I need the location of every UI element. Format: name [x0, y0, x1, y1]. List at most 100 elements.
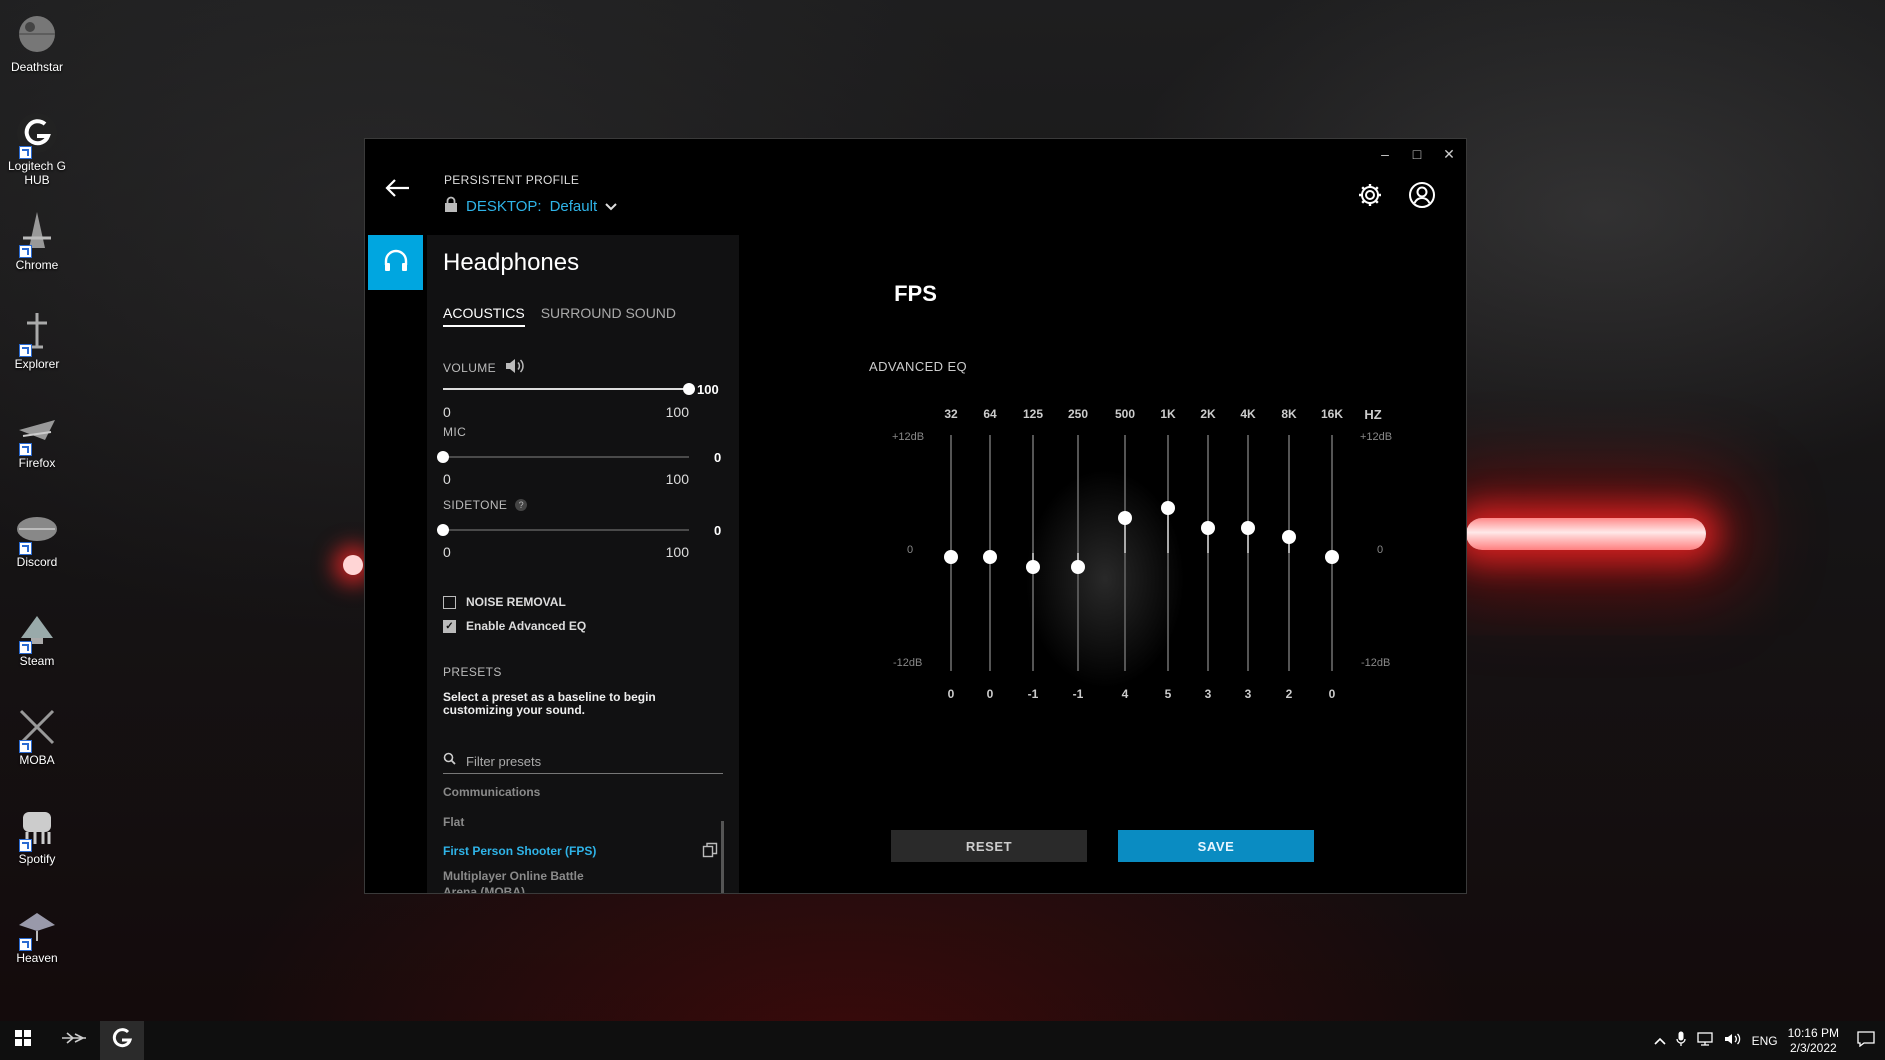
eq-band-knob[interactable] — [1201, 520, 1215, 535]
noise-removal-checkbox[interactable]: NOISE REMOVAL — [443, 595, 566, 609]
preset-moba[interactable]: Multiplayer Online Battle Arena (MOBA) — [443, 868, 613, 893]
windows-logo-icon — [15, 1030, 31, 1051]
eq-band-knob[interactable] — [1241, 520, 1255, 535]
eq-band-value: 0 — [1328, 687, 1336, 701]
steam-icon — [13, 604, 61, 654]
search-icon — [443, 752, 456, 770]
desktop-icon-spotify[interactable]: Spotify — [0, 798, 74, 866]
eq-band-knob[interactable] — [1325, 550, 1339, 564]
desktop-icon-deathstar[interactable]: Deathstar — [0, 6, 74, 74]
eq-band-frequency: 64 — [983, 407, 997, 421]
preset-fps[interactable]: First Person Shooter (FPS) — [443, 844, 596, 858]
sidetone-slider-knob[interactable] — [437, 524, 449, 536]
sidetone-slider[interactable] — [437, 523, 689, 537]
taskbar-g-hub[interactable] — [100, 1021, 144, 1060]
help-icon[interactable]: ? — [515, 499, 528, 511]
desktop-icon-discord[interactable]: Discord — [0, 501, 74, 569]
eq-band-frequency: 4K — [1240, 407, 1256, 421]
reset-button[interactable]: RESET — [891, 830, 1087, 862]
profile-prefix: DESKTOP: — [466, 197, 542, 215]
desktop-icon-chrome[interactable]: Chrome — [0, 204, 74, 272]
spotify-icon — [13, 802, 61, 852]
maximize-button[interactable]: □ — [1408, 145, 1426, 163]
network-icon[interactable] — [1696, 1032, 1714, 1049]
desktop-icon-moba[interactable]: MOBA — [0, 699, 74, 767]
desktop-icon-firefox[interactable]: Firefox — [0, 402, 74, 470]
mic-slider[interactable] — [437, 450, 689, 464]
mic-label: MIC — [443, 425, 467, 439]
eq-band-knob[interactable] — [1026, 559, 1040, 574]
language-indicator[interactable]: ENG — [1752, 1034, 1778, 1048]
noise-removal-box[interactable] — [443, 595, 456, 609]
db-top-right: +12dB — [1360, 431, 1393, 443]
desktop-icon-logitech-g-hub[interactable]: Logitech G HUB — [0, 105, 74, 187]
sidetone-max: 100 — [665, 544, 689, 560]
notification-icon[interactable] — [1857, 1031, 1875, 1050]
settings-gear-icon[interactable] — [1356, 181, 1384, 209]
microphone-icon[interactable] — [1675, 1031, 1686, 1050]
mic-range: 0 100 — [443, 471, 689, 487]
system-tray: ENG 10:16 PM 2/3/2022 — [1654, 1021, 1885, 1060]
eq-band-track[interactable] — [1247, 435, 1249, 671]
tab-acoustics[interactable]: ACOUSTICS — [443, 305, 525, 327]
shortcut-arrow-icon — [19, 740, 32, 753]
eq-band-knob[interactable] — [1118, 510, 1132, 525]
discord-icon — [13, 505, 61, 555]
chevron-up-icon[interactable] — [1654, 1034, 1666, 1048]
volume-tray-icon[interactable] — [1724, 1032, 1742, 1049]
mic-value: 0 — [714, 450, 722, 465]
eq-band-knob[interactable] — [1282, 530, 1296, 545]
volume-slider-knob[interactable] — [683, 383, 695, 395]
eq-band-track[interactable] — [1167, 435, 1169, 671]
starfighter-icon — [61, 1031, 87, 1050]
profile-caption: PERSISTENT PROFILE — [444, 173, 580, 187]
copy-icon[interactable] — [702, 842, 718, 863]
mic-slider-knob[interactable] — [437, 451, 449, 463]
desktop-icon-steam[interactable]: Steam — [0, 600, 74, 668]
noise-removal-label: NOISE REMOVAL — [466, 595, 566, 609]
eq-band-track[interactable] — [1288, 435, 1290, 671]
mic-max: 100 — [665, 471, 689, 487]
eq-band-knob[interactable] — [944, 550, 958, 564]
eq-band-track[interactable] — [1124, 435, 1126, 671]
clock[interactable]: 10:16 PM 2/3/2022 — [1788, 1026, 1839, 1056]
eq-band-knob[interactable] — [1071, 559, 1085, 574]
back-arrow-icon[interactable] — [383, 175, 411, 201]
taskbar-explorer[interactable] — [52, 1021, 96, 1060]
filter-presets-input[interactable] — [464, 752, 708, 770]
start-button[interactable] — [0, 1021, 46, 1060]
preset-flat[interactable]: Flat — [443, 815, 464, 829]
acoustics-panel: Headphones ACOUSTICS SURROUND SOUND VOLU… — [427, 235, 739, 893]
clock-date: 2/3/2022 — [1789, 1040, 1837, 1055]
eq-band-knob[interactable] — [983, 550, 997, 564]
close-button[interactable]: ✕ — [1440, 145, 1458, 163]
desktop-icon-explorer[interactable]: Explorer — [0, 303, 74, 371]
user-account-icon[interactable] — [1408, 181, 1436, 209]
presets-label: PRESETS — [443, 665, 502, 679]
firefox-icon — [13, 406, 61, 456]
volume-max: 100 — [665, 404, 689, 420]
eq-band-value: 0 — [986, 687, 994, 701]
advanced-eq-checkbox[interactable]: ✓ Enable Advanced EQ — [443, 619, 586, 633]
save-button[interactable]: SAVE — [1118, 830, 1314, 862]
presets-scrollbar[interactable] — [721, 821, 724, 893]
volume-label-row: VOLUME — [443, 358, 524, 377]
eq-band-value: 3 — [1204, 687, 1212, 701]
desktop-icon-heaven[interactable]: Heaven — [0, 897, 74, 965]
preset-communications[interactable]: Communications — [443, 785, 540, 799]
tab-surround-sound[interactable]: SURROUND SOUND — [541, 305, 676, 327]
desktop-icon-label: Explorer — [14, 357, 60, 371]
filter-presets-field[interactable] — [443, 749, 723, 774]
eq-band-knob[interactable] — [1161, 500, 1175, 515]
desktop-icon-label: Chrome — [15, 258, 59, 272]
eq-preset-title: FPS — [894, 281, 937, 306]
shortcut-arrow-icon — [19, 344, 32, 357]
volume-slider[interactable] — [443, 382, 695, 396]
shortcut-arrow-icon — [19, 938, 32, 951]
eq-band-track[interactable] — [1207, 435, 1209, 671]
profile-selector[interactable]: DESKTOP: Default — [444, 196, 617, 216]
advanced-eq-box[interactable]: ✓ — [443, 619, 456, 633]
desktop-icon-label: Spotify — [18, 852, 56, 866]
minimize-button[interactable]: – — [1376, 145, 1394, 163]
headphones-icon — [382, 247, 410, 278]
